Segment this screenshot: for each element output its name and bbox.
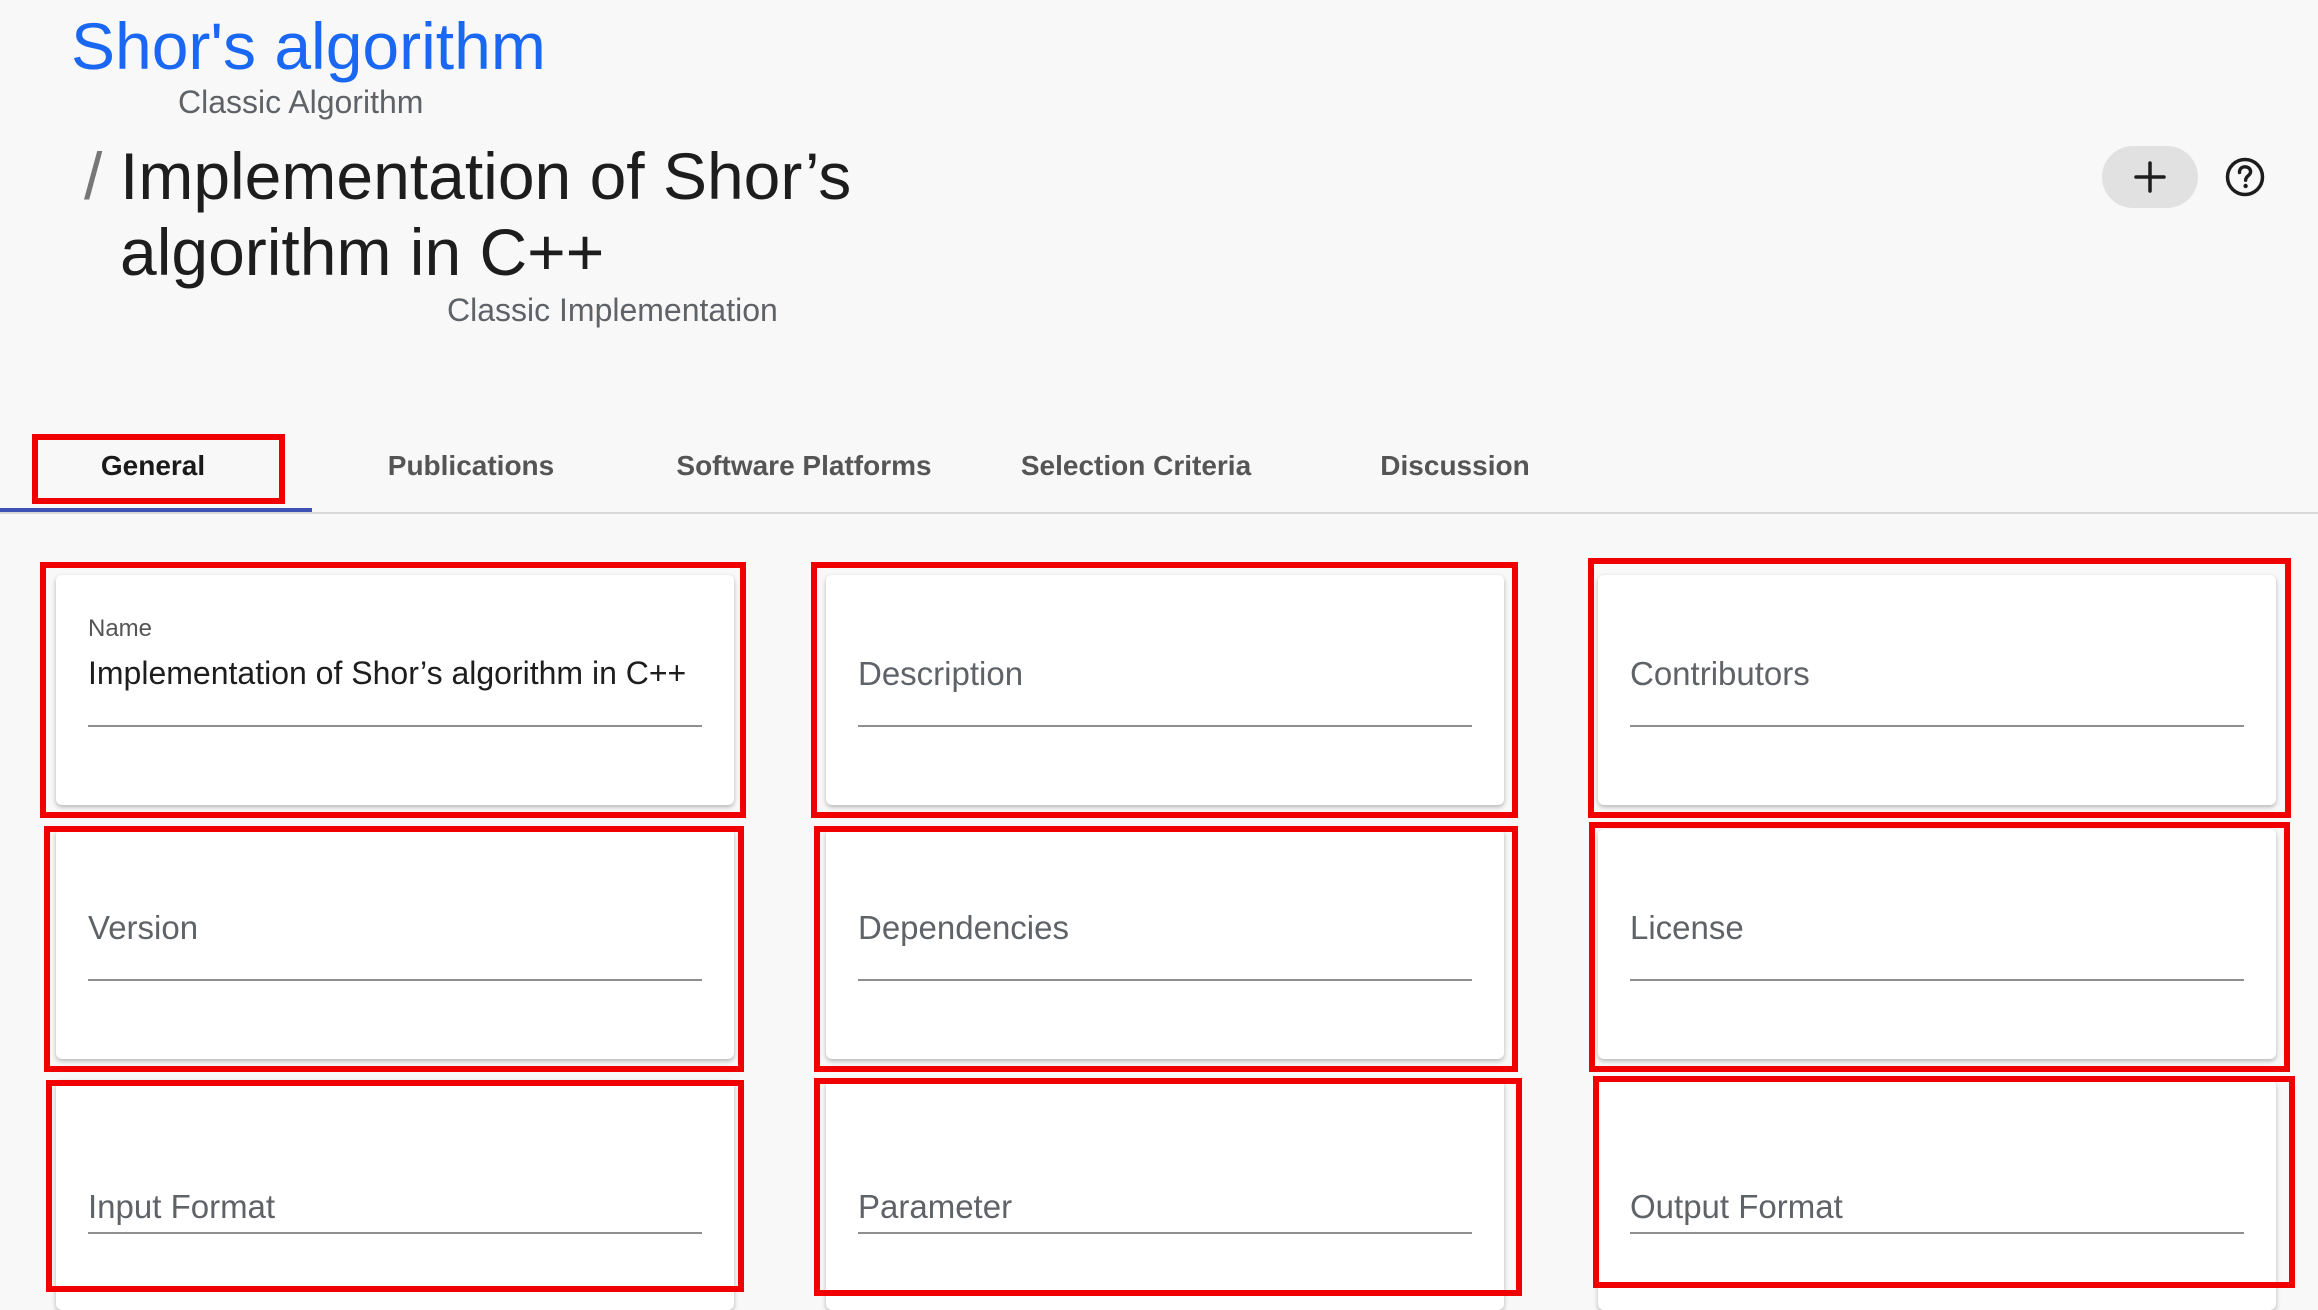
add-button[interactable] — [2102, 146, 2198, 208]
implementation-title-line-2: algorithm in C++ — [120, 215, 605, 289]
plus-icon — [2134, 161, 2166, 193]
implementation-title: Implementation of Shor’s algorithm in C+… — [120, 138, 880, 290]
license-field-underline — [1630, 979, 2244, 981]
license-field-input[interactable]: License — [1630, 909, 1744, 947]
tab-discussion[interactable]: Discussion — [1300, 436, 1610, 512]
name-card: Name Implementation of Shor’s algorithm … — [56, 575, 734, 805]
tab-bar: General Publications Software Platforms … — [0, 436, 2318, 514]
description-field-input[interactable]: Description — [858, 655, 1023, 693]
output-format-field-underline — [1630, 1232, 2244, 1234]
algorithm-title-link[interactable]: Shor's algorithm — [71, 8, 546, 84]
name-field-label: Name — [88, 615, 153, 642]
description-field-underline — [858, 725, 1472, 727]
help-button[interactable] — [2224, 156, 2266, 198]
tab-selection-criteria[interactable]: Selection Criteria — [972, 436, 1300, 512]
parameter-field-input[interactable]: Parameter — [858, 1188, 1012, 1226]
license-card: License — [1598, 829, 2276, 1059]
parameter-field-underline — [858, 1232, 1472, 1234]
output-format-card: Output Format — [1598, 1080, 2276, 1310]
implementation-type-label: Classic Implementation — [447, 292, 778, 328]
tab-software-platforms[interactable]: Software Platforms — [636, 436, 972, 512]
output-format-field-input[interactable]: Output Format — [1630, 1188, 1843, 1226]
breadcrumb-separator: / — [84, 139, 103, 213]
version-card: Version — [56, 829, 734, 1059]
contributors-field-input[interactable]: Contributors — [1630, 655, 1810, 693]
input-format-card: Input Format — [56, 1080, 734, 1310]
tab-general[interactable]: General — [0, 436, 306, 512]
active-tab-indicator — [0, 508, 312, 512]
implementation-title-line-1: Implementation of Shor’s — [120, 139, 852, 213]
tab-publications[interactable]: Publications — [306, 436, 636, 512]
version-field-underline — [88, 979, 702, 981]
contributors-field-underline — [1630, 725, 2244, 727]
help-circle-icon — [2225, 157, 2265, 197]
description-card: Description — [826, 575, 1504, 805]
version-field-input[interactable]: Version — [88, 909, 198, 947]
dependencies-field-input[interactable]: Dependencies — [858, 909, 1069, 947]
name-field-underline — [88, 725, 702, 727]
parameter-card: Parameter — [826, 1080, 1504, 1310]
contributors-card: Contributors — [1598, 575, 2276, 805]
name-field-input[interactable]: Implementation of Shor’s algorithm in C+… — [88, 655, 686, 692]
dependencies-card: Dependencies — [826, 829, 1504, 1059]
algorithm-type-label: Classic Algorithm — [178, 84, 424, 120]
input-format-field-input[interactable]: Input Format — [88, 1188, 275, 1226]
dependencies-field-underline — [858, 979, 1472, 981]
input-format-field-underline — [88, 1232, 702, 1234]
